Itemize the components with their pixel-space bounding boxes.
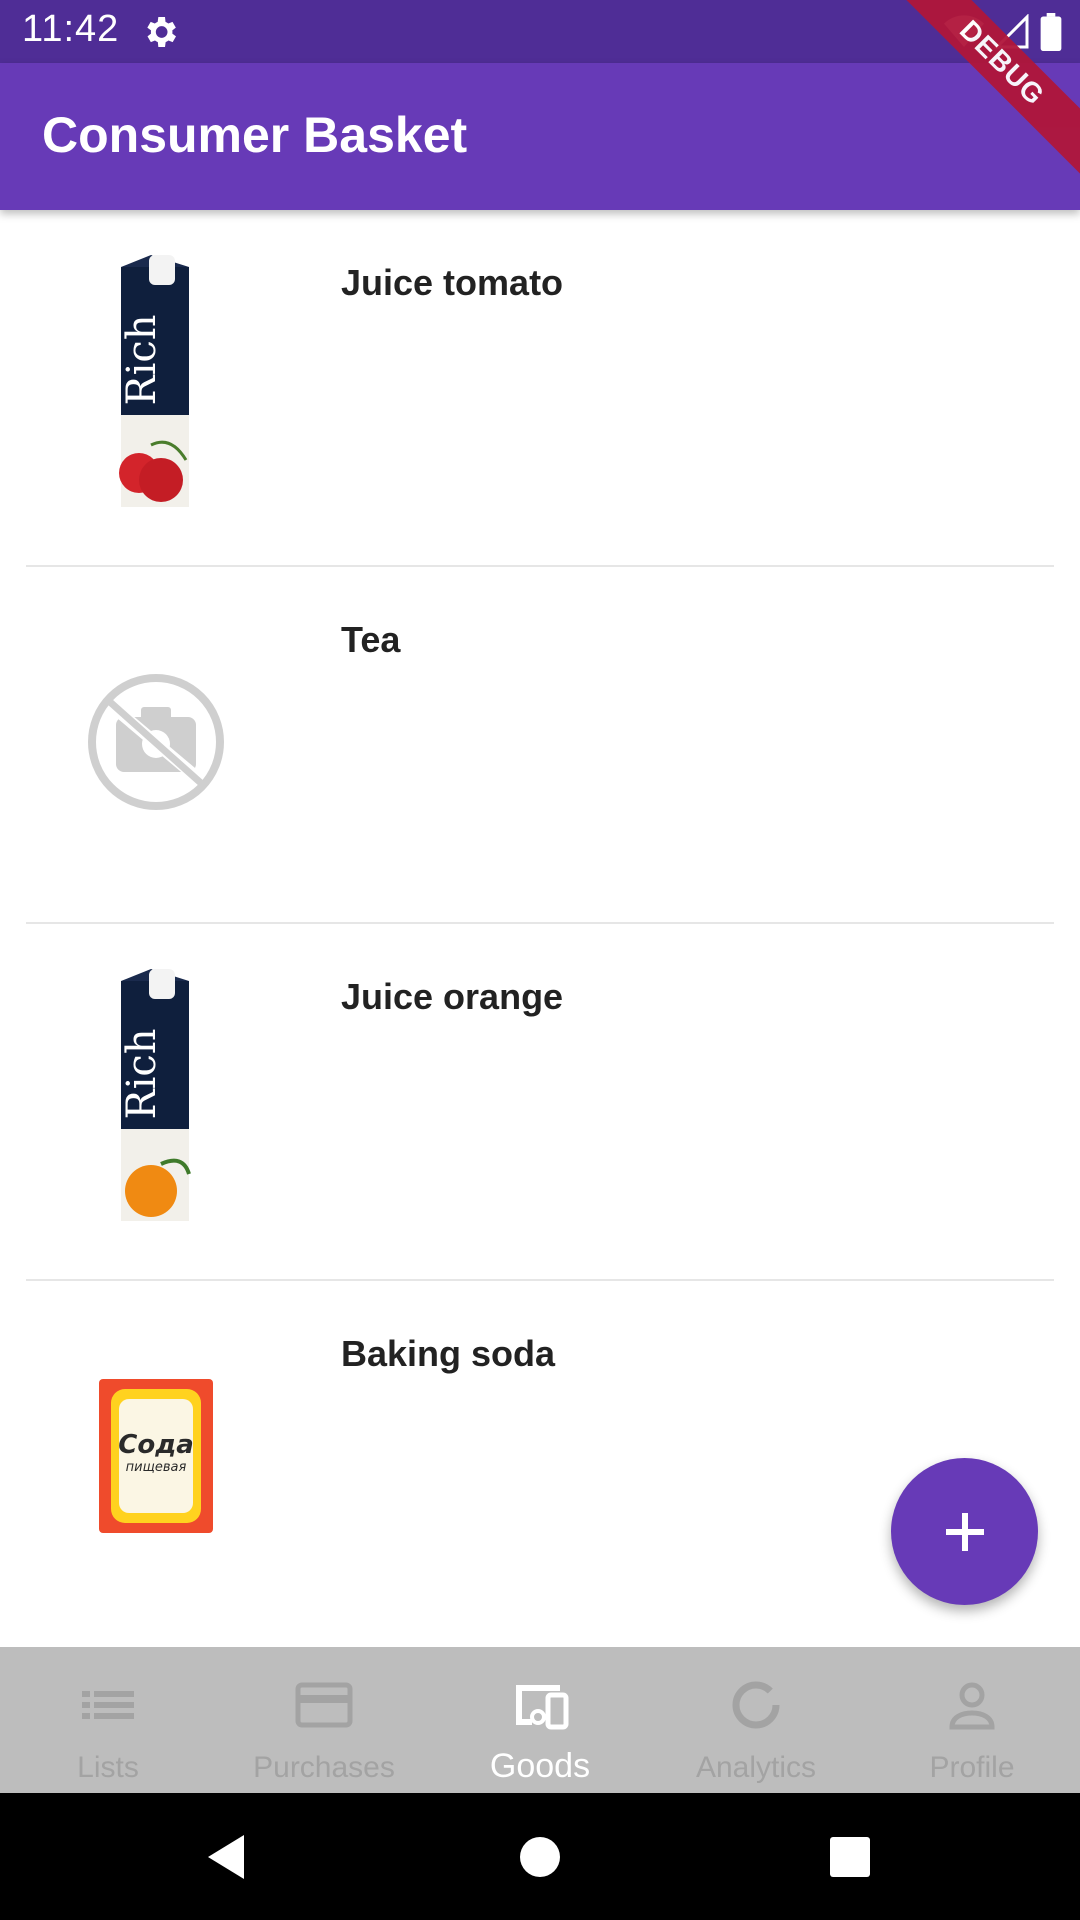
gear-icon [147,17,176,47]
person-icon [949,1682,995,1730]
nav-item-goods[interactable]: Goods [432,1647,648,1793]
nav-item-analytics[interactable]: Analytics [648,1647,864,1793]
back-icon[interactable] [200,1829,256,1885]
add-good-button[interactable] [891,1458,1038,1605]
nav-item-profile[interactable]: Profile [864,1647,1080,1793]
product-name: Juice orange [341,976,564,1017]
nav-item-purchases[interactable]: Purchases [216,1647,432,1793]
list-item[interactable]: Tea [0,567,1080,924]
bottom-navigation: Lists Purchases Goods Analytics Profile [0,1647,1080,1793]
product-image-juice-orange: Rich [66,964,246,1234]
product-name: Tea [341,619,401,660]
list-icon [82,1691,134,1719]
no-photo-icon [66,607,246,877]
list-item[interactable]: Rich Juice tomato [0,210,1080,567]
product-image-juice-tomato: Rich [66,250,246,520]
battery-icon [1040,13,1062,51]
card-icon [295,1682,353,1728]
list-item[interactable]: Rich Juice orange [0,924,1080,1281]
svg-text:Rich: Rich [119,1028,165,1119]
product-name: Baking soda [341,1333,556,1374]
svg-text:Сода: Сода [118,1430,194,1460]
app-title: Consumer Basket [42,107,468,163]
nav-label: Analytics [695,1751,817,1784]
plus-icon [945,1512,984,1551]
product-name: Juice tomato [341,262,564,303]
nav-label: Lists [77,1751,139,1784]
product-image-baking-soda: Сода пищевая [66,1321,246,1591]
system-navigation-bar [0,1793,1080,1920]
svg-text:Rich: Rich [119,314,165,405]
nav-label: Profile [929,1751,1015,1784]
donut-icon [732,1681,780,1729]
recents-icon[interactable] [822,1829,878,1885]
devices-icon [516,1685,569,1730]
nav-label: Goods [489,1747,591,1785]
nav-label: Purchases [253,1751,395,1784]
home-icon[interactable] [512,1829,568,1885]
nav-item-lists[interactable]: Lists [0,1647,216,1793]
status-time: 11:42 [22,8,120,50]
svg-text:пищевая: пищевая [126,1460,187,1475]
goods-list: Rich Juice tomato Tea Rich Juice orange … [0,210,1080,1638]
app-bar: Consumer Basket [0,63,1080,210]
